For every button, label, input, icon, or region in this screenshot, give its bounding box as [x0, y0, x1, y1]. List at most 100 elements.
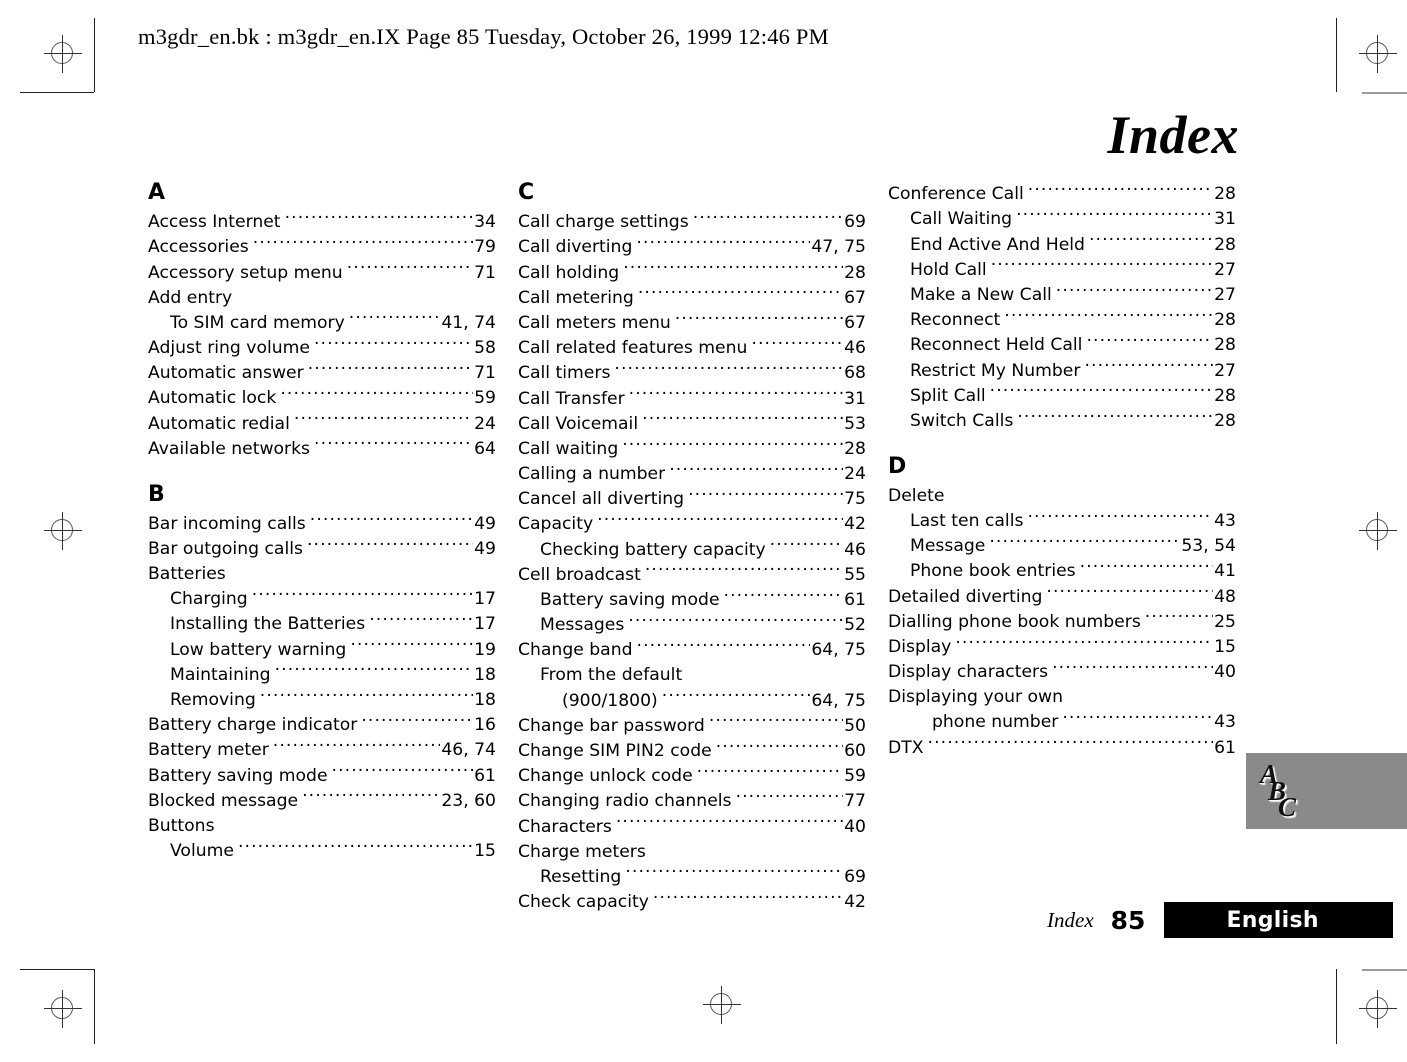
- index-entry[interactable]: Reconnect Held Call 28: [888, 333, 1236, 358]
- index-entry-pages: 31: [844, 388, 866, 409]
- index-entry[interactable]: DTX 61: [888, 735, 1236, 760]
- footer-section-label: Index: [1047, 907, 1094, 932]
- index-entry[interactable]: Call Transfer 31: [518, 386, 866, 411]
- index-entry[interactable]: Available networks 64: [148, 437, 496, 462]
- index-entry[interactable]: Call timers 68: [518, 361, 866, 386]
- index-entry[interactable]: Call Waiting 31: [888, 207, 1236, 232]
- index-entry[interactable]: Change SIM PIN2 code 60: [518, 739, 866, 764]
- index-entry[interactable]: Change band 64, 75: [518, 638, 866, 663]
- index-entry[interactable]: Dialling phone book numbers 25: [888, 610, 1236, 635]
- index-entry-term: Cancel all diverting: [518, 489, 685, 510]
- index-entry[interactable]: Switch Calls 28: [888, 409, 1236, 434]
- index-entry[interactable]: Call metering 67: [518, 286, 866, 311]
- index-entry[interactable]: Calling a number 24: [518, 462, 866, 487]
- index-entry[interactable]: Automatic lock 59: [148, 386, 496, 411]
- index-entry[interactable]: Charge meters: [518, 840, 866, 865]
- index-entry[interactable]: Change bar password 50: [518, 714, 866, 739]
- index-entry[interactable]: Automatic answer 71: [148, 361, 496, 386]
- index-entry[interactable]: Add entry: [148, 286, 496, 311]
- index-entry[interactable]: Split Call 28: [888, 384, 1236, 409]
- index-entry[interactable]: Call meters menu 67: [518, 311, 866, 336]
- index-entry[interactable]: Call related features menu 46: [518, 336, 866, 361]
- index-entry[interactable]: Bar incoming calls 49: [148, 512, 496, 537]
- index-entry[interactable]: To SIM card memory 41, 74: [148, 311, 496, 336]
- index-entry-term: Installing the Batteries: [170, 614, 366, 635]
- index-entry[interactable]: Resetting 69: [518, 865, 866, 890]
- index-entry-pages: 75: [844, 489, 866, 510]
- index-entry-pages: 53: [844, 413, 866, 434]
- index-entry[interactable]: Last ten calls 43: [888, 509, 1236, 534]
- index-entry[interactable]: Messages 52: [518, 613, 866, 638]
- index-entry-pages: 61: [474, 765, 496, 786]
- index-entry[interactable]: Battery meter 46, 74: [148, 738, 496, 763]
- index-entry[interactable]: Displaying your own: [888, 685, 1236, 710]
- index-entry[interactable]: Installing the Batteries 17: [148, 612, 496, 637]
- index-entry[interactable]: Checking battery capacity 46: [518, 537, 866, 562]
- index-entry[interactable]: phone number 43: [888, 710, 1236, 735]
- index-entry[interactable]: Check capacity 42: [518, 890, 866, 915]
- index-entry[interactable]: Bar outgoing calls 49: [148, 537, 496, 562]
- index-entry-term: Accessory setup menu: [148, 262, 343, 283]
- dot-leader: [1089, 232, 1213, 249]
- index-entry[interactable]: From the default: [518, 663, 866, 688]
- index-entry[interactable]: Make a New Call 27: [888, 283, 1236, 308]
- index-entry[interactable]: Charging 17: [148, 587, 496, 612]
- index-entry[interactable]: Call charge settings 69: [518, 210, 866, 235]
- index-entry[interactable]: Low battery warning 19: [148, 637, 496, 662]
- dot-leader: [1004, 308, 1213, 325]
- dot-leader: [361, 713, 473, 730]
- index-entry-term: Calling a number: [518, 464, 666, 485]
- index-entry[interactable]: Changing radio channels 77: [518, 789, 866, 814]
- index-entry[interactable]: Call Voicemail 53: [518, 412, 866, 437]
- index-entry[interactable]: Restrict My Number 27: [888, 358, 1236, 383]
- index-entry-term: Battery saving mode: [148, 765, 328, 786]
- index-entry-pages: 79: [474, 237, 496, 258]
- index-entry[interactable]: Capacity 42: [518, 512, 866, 537]
- index-entry[interactable]: Hold Call 27: [888, 258, 1236, 283]
- index-entry-pages: 23, 60: [441, 790, 496, 811]
- index-entry[interactable]: Display characters 40: [888, 660, 1236, 685]
- index-entry[interactable]: Cancel all diverting 75: [518, 487, 866, 512]
- index-entry-term: Resetting: [540, 866, 622, 887]
- index-entry[interactable]: End Active And Held 28: [888, 232, 1236, 257]
- dot-leader: [622, 437, 843, 454]
- index-entry[interactable]: Maintaining 18: [148, 663, 496, 688]
- index-entry-pages: 40: [1214, 662, 1236, 683]
- dot-leader: [1017, 409, 1213, 426]
- index-entry[interactable]: Blocked message 23, 60: [148, 789, 496, 814]
- index-entry[interactable]: Reconnect 28: [888, 308, 1236, 333]
- index-entry[interactable]: Message 53, 54: [888, 534, 1236, 559]
- index-entry[interactable]: Delete: [888, 484, 1236, 509]
- index-entry-pages: 16: [474, 715, 496, 736]
- index-entry[interactable]: Phone book entries 41: [888, 559, 1236, 584]
- index-entry[interactable]: Accessory setup menu 71: [148, 260, 496, 285]
- index-entry-term: Battery saving mode: [540, 590, 720, 610]
- index-entry[interactable]: (900/1800) 64, 75: [518, 688, 866, 713]
- index-entry[interactable]: Batteries: [148, 562, 496, 587]
- index-entry[interactable]: Display 15: [888, 635, 1236, 660]
- index-entry[interactable]: Call diverting 47, 75: [518, 235, 866, 260]
- index-entry[interactable]: Battery saving mode 61: [148, 763, 496, 788]
- index-entry[interactable]: Accessories 79: [148, 235, 496, 260]
- index-entry[interactable]: Volume 15: [148, 839, 496, 864]
- index-entry-term: Volume: [170, 840, 234, 861]
- index-entry[interactable]: Detailed diverting 48: [888, 584, 1236, 609]
- index-entry[interactable]: Call waiting 28: [518, 437, 866, 462]
- index-entry[interactable]: Access Internet 34: [148, 210, 496, 235]
- index-entry[interactable]: Conference Call 28: [888, 182, 1236, 207]
- index-entry[interactable]: Characters 40: [518, 814, 866, 839]
- index-entry[interactable]: Battery charge indicator 16: [148, 713, 496, 738]
- dot-leader: [252, 587, 473, 604]
- index-entry-term: Add entry: [148, 287, 233, 308]
- index-entry-pages: 58: [474, 337, 496, 358]
- index-entry[interactable]: Change unlock code 59: [518, 764, 866, 789]
- index-entry[interactable]: Battery saving mode 61: [518, 588, 866, 613]
- index-entry[interactable]: Call holding 28: [518, 260, 866, 285]
- dot-leader: [1027, 509, 1213, 526]
- index-entry[interactable]: Adjust ring volume 58: [148, 336, 496, 361]
- index-entry[interactable]: Removing 18: [148, 688, 496, 713]
- index-entry[interactable]: Automatic redial 24: [148, 411, 496, 436]
- index-entry-pages: 18: [474, 664, 496, 685]
- index-entry[interactable]: Cell broadcast 55: [518, 563, 866, 588]
- index-entry[interactable]: Buttons: [148, 814, 496, 839]
